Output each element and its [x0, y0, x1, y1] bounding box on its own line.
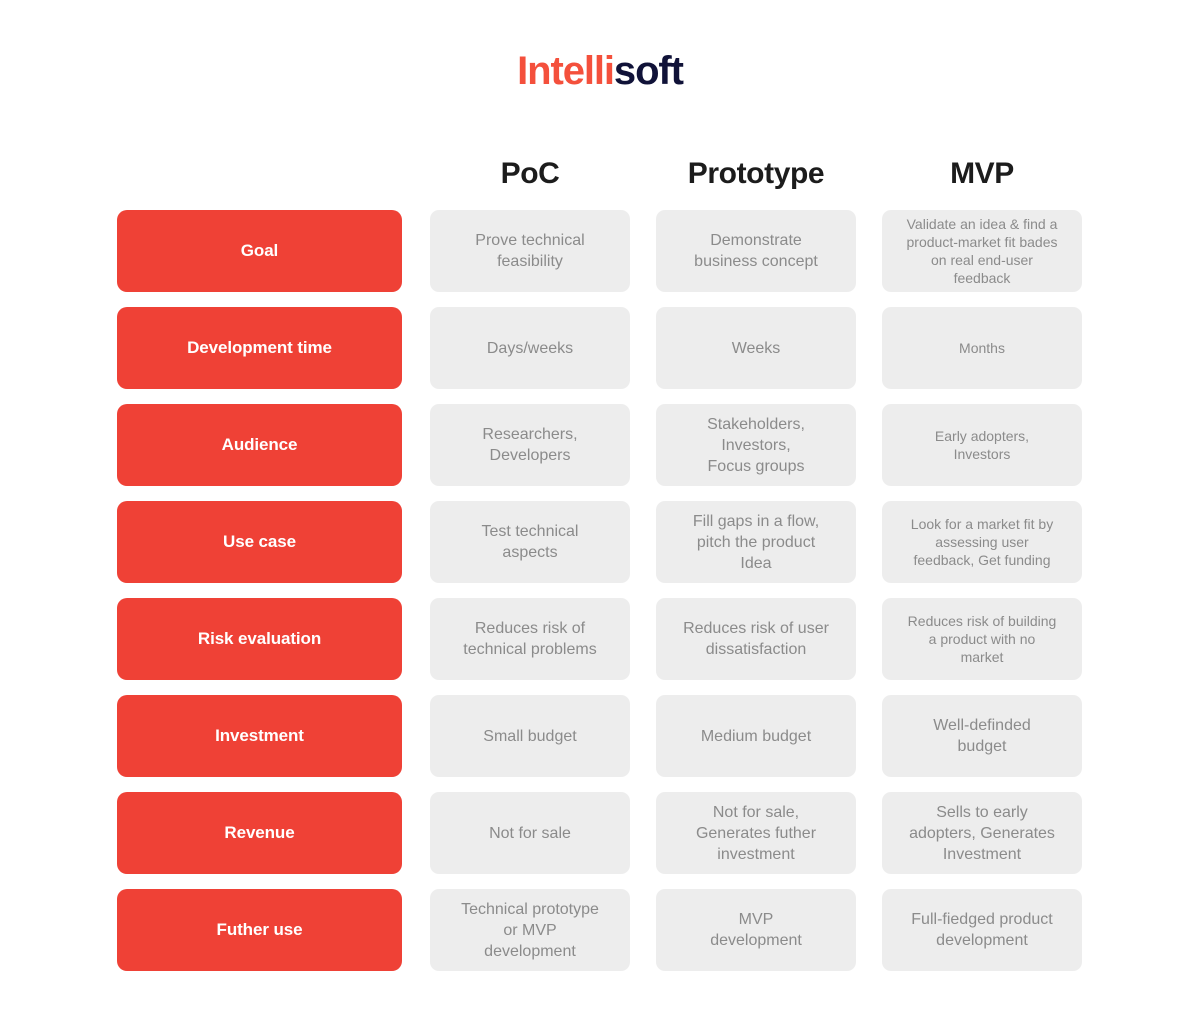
row-label-use-case: Use case — [117, 501, 402, 583]
table-row: Risk evaluation Reduces risk of technica… — [117, 598, 1085, 680]
cell-risk-evaluation-poc: Reduces risk of technical problems — [430, 598, 630, 680]
cell-development-time-prototype: Weeks — [656, 307, 856, 389]
table-row: Futher use Technical prototype or MVP de… — [117, 889, 1085, 971]
cell-development-time-poc: Days/weeks — [430, 307, 630, 389]
cell-gap — [856, 404, 882, 486]
row-label-investment: Investment — [117, 695, 402, 777]
column-header-mvp: MVP — [950, 157, 1014, 190]
cell-revenue-mvp: Sells to early adopters, Generates Inves… — [882, 792, 1082, 874]
cell-revenue-poc: Not for sale — [430, 792, 630, 874]
cell-investment-poc: Small budget — [430, 695, 630, 777]
brand-logo: Intellisoft — [0, 48, 1200, 98]
cell-investment-prototype: Medium budget — [656, 695, 856, 777]
cell-development-time-mvp: Months — [882, 307, 1082, 389]
cell-gap — [630, 889, 656, 971]
cell-risk-evaluation-mvp: Reduces risk of building a product with … — [882, 598, 1082, 680]
cell-gap — [630, 307, 656, 389]
cell-gap — [630, 598, 656, 680]
cell-futher-use-poc: Technical prototype or MVP development — [430, 889, 630, 971]
row-spacer — [402, 501, 430, 583]
row-spacer — [402, 307, 430, 389]
cell-audience-prototype: Stakeholders, Investors, Focus groups — [656, 404, 856, 486]
table-row: Audience Researchers, Developers Stakeho… — [117, 404, 1085, 486]
cell-goal-mvp: Validate an idea & find a product-market… — [882, 210, 1082, 292]
cell-risk-evaluation-prototype: Reduces risk of user dissatisfaction — [656, 598, 856, 680]
logo-text-primary: Intelli — [517, 49, 615, 93]
cell-futher-use-mvp: Full-fiedged product development — [882, 889, 1082, 971]
row-label-audience: Audience — [117, 404, 402, 486]
column-header-poc: PoC — [500, 157, 560, 190]
cell-gap — [856, 889, 882, 971]
row-label-risk-evaluation: Risk evaluation — [117, 598, 402, 680]
cell-gap — [856, 792, 882, 874]
cell-gap — [630, 404, 656, 486]
table-row: Investment Small budget Medium budget We… — [117, 695, 1085, 777]
cell-gap — [856, 598, 882, 680]
row-spacer — [402, 695, 430, 777]
cell-gap — [856, 695, 882, 777]
logo-text: Intellisoft — [517, 48, 684, 94]
table-header-row: PoC Prototype MVP — [117, 138, 1085, 210]
cell-use-case-mvp: Look for a market fit by assessing user … — [882, 501, 1082, 583]
row-label-goal: Goal — [117, 210, 402, 292]
logo-text-secondary: soft — [613, 49, 684, 93]
row-spacer — [402, 210, 430, 292]
table-row: Development time Days/weeks Weeks Months — [117, 307, 1085, 389]
column-header-prototype: Prototype — [687, 157, 825, 190]
row-spacer — [402, 792, 430, 874]
cell-use-case-prototype: Fill gaps in a flow, pitch the product I… — [656, 501, 856, 583]
row-label-revenue: Revenue — [117, 792, 402, 874]
cell-gap — [630, 501, 656, 583]
cell-gap — [856, 501, 882, 583]
cell-audience-mvp: Early adopters, Investors — [882, 404, 1082, 486]
row-label-futher-use: Futher use — [117, 889, 402, 971]
cell-gap — [856, 307, 882, 389]
row-spacer — [402, 598, 430, 680]
cell-gap — [630, 210, 656, 292]
row-label-development-time: Development time — [117, 307, 402, 389]
cell-gap — [856, 210, 882, 292]
cell-investment-mvp: Well-definded budget — [882, 695, 1082, 777]
cell-revenue-prototype: Not for sale, Generates futher investmen… — [656, 792, 856, 874]
cell-use-case-poc: Test technical aspects — [430, 501, 630, 583]
cell-gap — [630, 792, 656, 874]
cell-gap — [630, 695, 656, 777]
comparison-table: PoC Prototype MVP Goal Prove technical f… — [117, 138, 1085, 971]
table-row: Revenue Not for sale Not for sale, Gener… — [117, 792, 1085, 874]
row-spacer — [402, 889, 430, 971]
row-spacer — [402, 404, 430, 486]
cell-goal-prototype: Demonstrate business concept — [656, 210, 856, 292]
table-row: Goal Prove technical feasibility Demonst… — [117, 210, 1085, 292]
cell-audience-poc: Researchers, Developers — [430, 404, 630, 486]
cell-futher-use-prototype: MVP development — [656, 889, 856, 971]
table-row: Use case Test technical aspects Fill gap… — [117, 501, 1085, 583]
cell-goal-poc: Prove technical feasibility — [430, 210, 630, 292]
